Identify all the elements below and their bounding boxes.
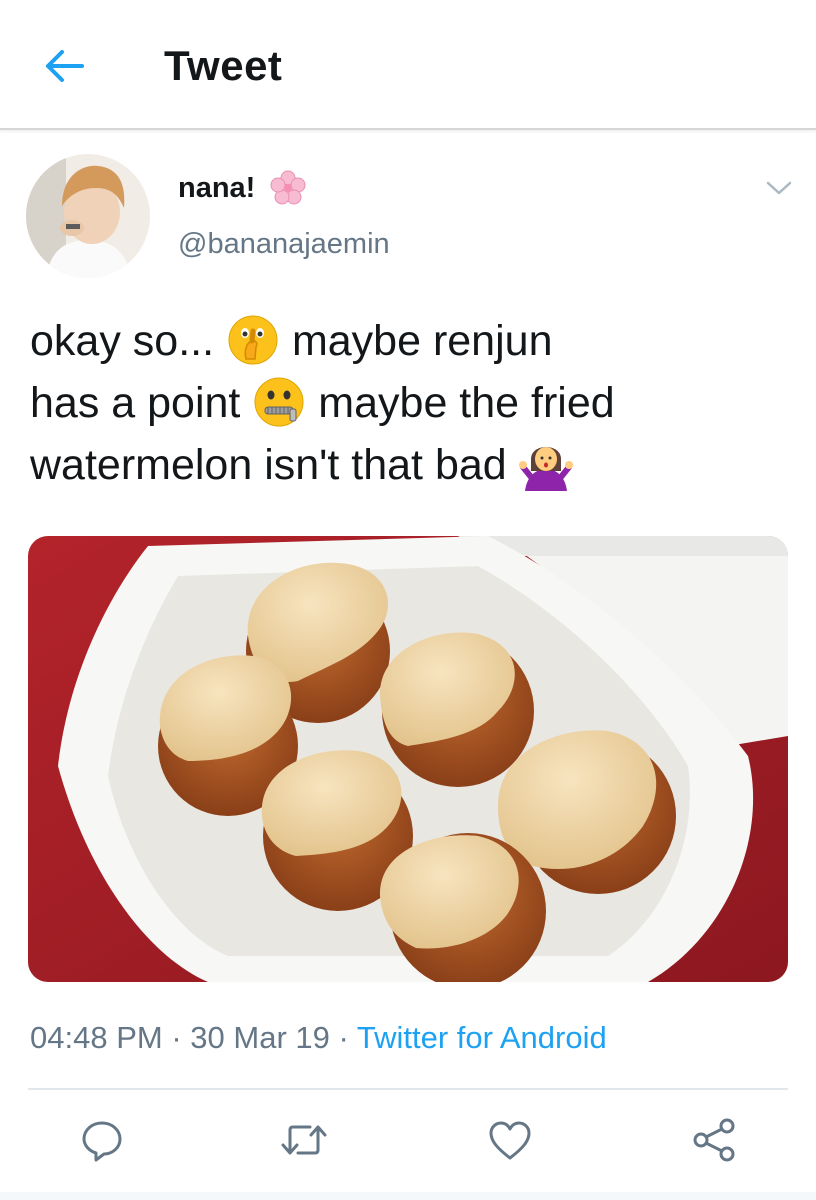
- retweet-button[interactable]: [274, 1110, 334, 1170]
- tweet-options-button[interactable]: [762, 174, 796, 202]
- shushing-face-emoji-icon: [228, 315, 278, 365]
- cherry-blossom-icon: [270, 170, 306, 205]
- tweet-time: 04:48 PM: [30, 1020, 163, 1055]
- like-button[interactable]: [480, 1110, 540, 1170]
- page-title: Tweet: [164, 42, 283, 89]
- tweet-text: okay so... maybe renjun has a point mayb…: [30, 310, 800, 496]
- tweet-text-part: maybe the fried: [318, 379, 615, 427]
- meta-separator: ·: [171, 1020, 182, 1055]
- top-app-bar: Tweet: [0, 0, 816, 130]
- user-handle[interactable]: @bananajaemin: [178, 228, 390, 261]
- share-icon: [693, 1118, 735, 1162]
- tweet-text-part: okay so...: [30, 317, 215, 365]
- reply-icon: [82, 1121, 122, 1162]
- tweet-meta: 04:48 PM · 30 Mar 19 · Twitter for Andro…: [30, 1020, 607, 1056]
- display-name[interactable]: nana!: [178, 172, 255, 205]
- reply-button[interactable]: [72, 1110, 132, 1170]
- retweet-icon: [281, 1125, 327, 1155]
- back-button[interactable]: [36, 40, 92, 92]
- tweet-action-bar: [0, 1110, 816, 1174]
- bottom-edge: [0, 1192, 816, 1200]
- avatar[interactable]: [26, 154, 150, 278]
- tweet-text-part: has a point: [30, 379, 241, 427]
- zipper-mouth-face-emoji-icon: [254, 377, 304, 427]
- heart-icon: [489, 1121, 531, 1160]
- tweet-text-part: maybe renjun: [291, 317, 553, 365]
- share-button[interactable]: [684, 1110, 744, 1170]
- tweet-date: 30 Mar 19: [190, 1020, 330, 1055]
- meta-separator: ·: [338, 1020, 349, 1055]
- tweet-source-link[interactable]: Twitter for Android: [357, 1020, 607, 1055]
- tweet-photo[interactable]: [28, 536, 788, 982]
- back-arrow-icon: [46, 50, 84, 82]
- tweet-text-part: watermelon isn't that bad: [30, 441, 507, 489]
- divider: [28, 1088, 788, 1090]
- chevron-down-icon: [766, 181, 792, 195]
- person-shrugging-emoji-icon: [518, 447, 573, 491]
